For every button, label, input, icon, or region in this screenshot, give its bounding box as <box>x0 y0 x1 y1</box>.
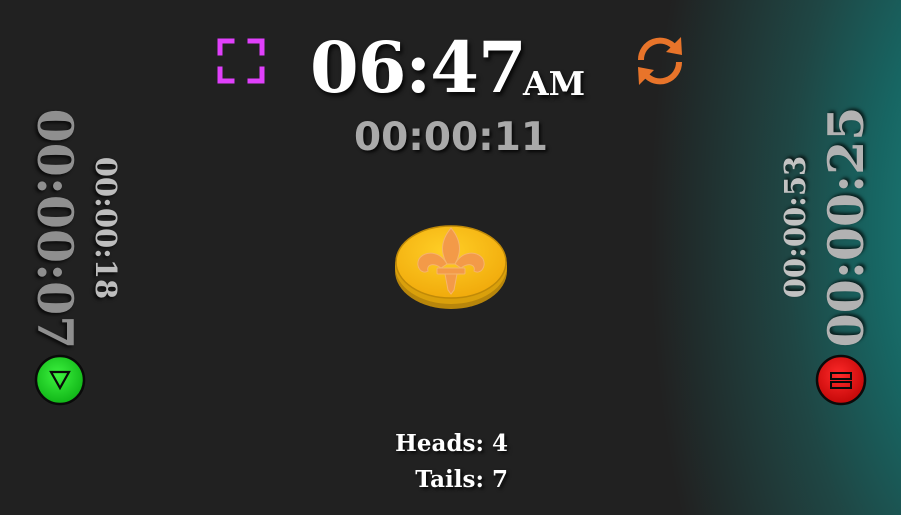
clock-period: AM <box>523 64 586 103</box>
left-player-sub-timer: 00:00:18 <box>89 156 123 300</box>
tails-tally: Tails: 7 <box>415 466 508 493</box>
fullscreen-icon <box>217 38 265 84</box>
left-player-button[interactable] <box>34 354 86 406</box>
elapsed-timer: 00:00:11 <box>353 115 548 160</box>
refresh-icon <box>637 37 683 85</box>
fleur-de-lis-coin-icon <box>395 225 507 309</box>
timer-app: 06:47 AM 00:00:11 00:00:07 00:00:18 00:0… <box>0 0 901 515</box>
tails-count: 7 <box>491 466 508 493</box>
refresh-button[interactable] <box>631 33 689 89</box>
heads-count: 4 <box>491 430 508 457</box>
heads-label: Heads: <box>395 430 484 457</box>
tails-label: Tails: <box>415 466 484 493</box>
coin-flip-button[interactable] <box>392 218 510 314</box>
clock-display: 06:47 AM <box>300 20 600 110</box>
clock-time: 06:47 <box>310 26 527 109</box>
triangle-down-icon <box>34 354 86 406</box>
right-player-main-timer: 00:00:25 <box>817 106 875 348</box>
fullscreen-button[interactable] <box>215 36 267 86</box>
pause-bars-icon <box>815 354 867 406</box>
heads-tally: Heads: 4 <box>395 430 508 457</box>
right-player-button[interactable] <box>815 354 867 406</box>
right-player-sub-timer: 00:00:53 <box>778 155 812 299</box>
left-player-main-timer: 00:00:07 <box>26 108 84 350</box>
